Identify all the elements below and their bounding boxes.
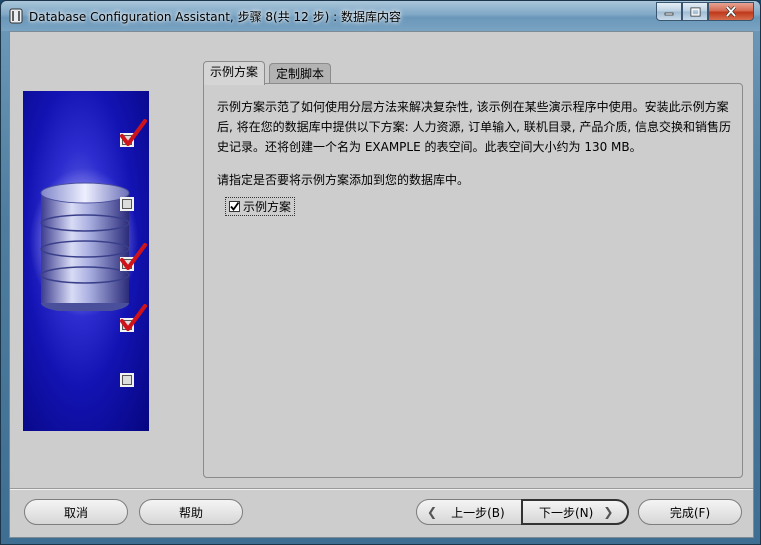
next-button[interactable]: 下一步(N) ❯ bbox=[521, 499, 629, 525]
next-button-label: 下一步(N) bbox=[539, 505, 594, 520]
tab-panel-sample-schemas: 示例方案示范了如何使用分层方法来解决复杂性, 该示例在某些演示程序中使用。安装此… bbox=[203, 83, 743, 478]
red-check-icon bbox=[120, 304, 147, 331]
step-checkbox-2 bbox=[120, 197, 134, 211]
checkbox-label: 示例方案 bbox=[243, 200, 292, 214]
maximize-icon bbox=[690, 7, 700, 16]
title-bar[interactable]: Database Configuration Assistant, 步骤 8(共… bbox=[1, 1, 760, 31]
button-separator bbox=[10, 488, 753, 490]
back-arrow-icon: ❮ bbox=[427, 505, 438, 519]
minimize-icon bbox=[664, 12, 674, 15]
maximize-button[interactable] bbox=[682, 2, 708, 21]
close-icon bbox=[725, 6, 737, 17]
checkmark-icon bbox=[230, 201, 240, 211]
window-title: Database Configuration Assistant, 步骤 8(共… bbox=[29, 10, 401, 24]
add-schemas-prompt: 请指定是否要将示例方案添加到您的数据库中。 bbox=[217, 173, 470, 187]
back-button[interactable]: ❮ 上一步(B) bbox=[416, 499, 522, 525]
minimize-button[interactable] bbox=[656, 2, 682, 21]
wizard-side-image bbox=[23, 91, 149, 431]
next-arrow-icon: ❯ bbox=[603, 505, 614, 519]
tab-sample-schemas[interactable]: 示例方案 bbox=[203, 61, 266, 85]
tab-custom-scripts[interactable]: 定制脚本 bbox=[269, 63, 332, 85]
dialog-client-area: 示例方案 定制脚本 示例方案示范了如何使用分层方法来解决复杂性, 该示例在某些演… bbox=[9, 31, 754, 538]
step-checkbox-5 bbox=[120, 373, 134, 387]
back-button-label: 上一步(B) bbox=[451, 505, 505, 520]
close-button[interactable] bbox=[708, 2, 754, 21]
finish-button[interactable]: 完成(F) bbox=[638, 499, 742, 525]
help-button[interactable]: 帮助 bbox=[139, 499, 243, 525]
app-icon bbox=[9, 8, 23, 24]
red-check-icon bbox=[120, 243, 147, 270]
dca-window: Database Configuration Assistant, 步骤 8(共… bbox=[0, 0, 761, 545]
cancel-button[interactable]: 取消 bbox=[24, 499, 128, 525]
sample-schemas-checkbox[interactable]: 示例方案 bbox=[225, 197, 296, 216]
sample-schemas-description: 示例方案示范了如何使用分层方法来解决复杂性, 该示例在某些演示程序中使用。安装此… bbox=[217, 100, 732, 154]
red-check-icon bbox=[120, 119, 147, 146]
checkbox-box[interactable] bbox=[229, 201, 240, 212]
